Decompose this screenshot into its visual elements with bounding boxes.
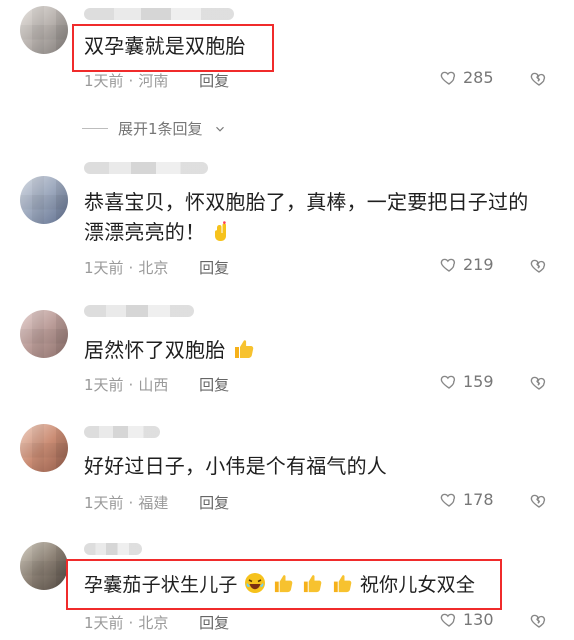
like-button[interactable]: 159 — [440, 372, 494, 391]
comment-text: 双孕囊就是双胞胎 — [84, 34, 246, 58]
comment-text: 恭喜宝贝，怀双胞胎了，真棒，一定要把日子过的漂漂亮亮的！ — [84, 187, 546, 250]
meta-separator: · — [128, 72, 134, 90]
thumbs-up-emoji-icon — [331, 573, 354, 603]
like-count: 178 — [463, 490, 494, 509]
comment-text: 孕囊茄子状生儿子 祝你儿女双全 — [84, 570, 546, 603]
comment-item: 孕囊茄子状生儿子 祝你儿女双全 1天前 · 北京 回复 130 — [0, 536, 574, 640]
comment-time: 1天前 — [84, 259, 124, 277]
comment-item: 恭喜宝贝，怀双胞胎了，真棒，一定要把日子过的漂漂亮亮的！ 1天前 · 北京 回复 2… — [0, 154, 574, 294]
divider-line — [82, 128, 108, 129]
finger-heart-emoji-icon — [212, 220, 230, 250]
comment-item: 居然怀了双胞胎 1天前 · 山西 回复 159 — [0, 298, 574, 408]
meta-separator: · — [128, 376, 134, 394]
username-blurred[interactable] — [84, 426, 160, 438]
comment-text-body: 恭喜宝贝，怀双胞胎了，真棒，一定要把日子过的漂漂亮亮的！ — [84, 190, 529, 244]
expand-replies-button[interactable]: 展开1条回复 — [82, 118, 227, 139]
broken-heart-icon[interactable] — [530, 492, 548, 510]
meta-separator: · — [128, 614, 134, 632]
thumbs-up-emoji-icon — [301, 573, 324, 603]
chevron-down-icon — [215, 126, 224, 132]
reply-button[interactable]: 回复 — [199, 72, 229, 90]
avatar[interactable] — [20, 176, 68, 224]
comment-location: 河南 — [138, 72, 169, 90]
username-blurred[interactable] — [84, 162, 208, 174]
comment-location: 福建 — [138, 494, 169, 512]
comment-text-body-before-emoji: 孕囊茄子状生儿子 — [84, 574, 238, 596]
broken-heart-icon[interactable] — [530, 374, 548, 392]
comment-meta: 1天前 · 山西 回复 — [84, 374, 229, 395]
comment-time: 1天前 — [84, 72, 124, 90]
username-blurred[interactable] — [84, 8, 234, 20]
broken-heart-icon[interactable] — [530, 612, 548, 630]
avatar[interactable] — [20, 6, 68, 54]
comment-meta: 1天前 · 福建 回复 — [84, 492, 229, 513]
expand-replies-label: 展开1条回复 — [118, 120, 203, 138]
heart-outline-icon — [440, 493, 456, 507]
comment-time: 1天前 — [84, 614, 124, 632]
avatar[interactable] — [20, 542, 68, 590]
like-button[interactable]: 178 — [440, 490, 494, 509]
comment-meta: 1天前 · 河南 回复 — [84, 70, 229, 91]
heart-outline-icon — [440, 258, 456, 272]
comment-text: 好好过日子，小伟是个有福气的人 — [84, 454, 387, 478]
meta-separator: · — [128, 259, 134, 277]
broken-heart-icon[interactable] — [530, 257, 548, 275]
comment-item: 好好过日子，小伟是个有福气的人 1天前 · 福建 回复 178 — [0, 418, 574, 528]
like-button[interactable]: 130 — [440, 610, 494, 629]
heart-outline-icon — [440, 71, 456, 85]
comment-location: 山西 — [138, 376, 169, 394]
avatar[interactable] — [20, 310, 68, 358]
thumbs-up-emoji-icon — [232, 338, 256, 368]
comment-meta: 1天前 · 北京 回复 — [84, 612, 229, 633]
comment-location: 北京 — [138, 614, 169, 632]
like-count: 159 — [463, 372, 494, 391]
broken-heart-icon[interactable] — [530, 70, 548, 88]
comment-time: 1天前 — [84, 376, 124, 394]
comment-text-body-after-emoji: 祝你儿女双全 — [359, 574, 476, 596]
username-blurred[interactable] — [84, 543, 142, 555]
username-blurred[interactable] — [84, 305, 194, 317]
like-button[interactable]: 285 — [440, 68, 494, 87]
laughing-emoji-icon — [244, 572, 266, 603]
reply-button[interactable]: 回复 — [199, 376, 229, 394]
comment-meta: 1天前 · 北京 回复 — [84, 257, 229, 278]
like-count: 219 — [463, 255, 494, 274]
comment-time: 1天前 — [84, 494, 124, 512]
comment-location: 北京 — [138, 259, 169, 277]
heart-outline-icon — [440, 613, 456, 627]
comment-text-body: 居然怀了双胞胎 — [84, 338, 226, 362]
comment-text: 居然怀了双胞胎 — [84, 335, 546, 368]
reply-button[interactable]: 回复 — [199, 259, 229, 277]
thumbs-up-emoji-icon — [272, 573, 295, 603]
like-count: 285 — [463, 68, 494, 87]
comment-item: 双孕囊就是双胞胎 1天前 · 河南 回复 285 — [0, 0, 574, 108]
avatar[interactable] — [20, 424, 68, 472]
like-count: 130 — [463, 610, 494, 629]
like-button[interactable]: 219 — [440, 255, 494, 274]
reply-button[interactable]: 回复 — [199, 614, 229, 632]
meta-separator: · — [128, 494, 134, 512]
heart-outline-icon — [440, 375, 456, 389]
reply-button[interactable]: 回复 — [199, 494, 229, 512]
